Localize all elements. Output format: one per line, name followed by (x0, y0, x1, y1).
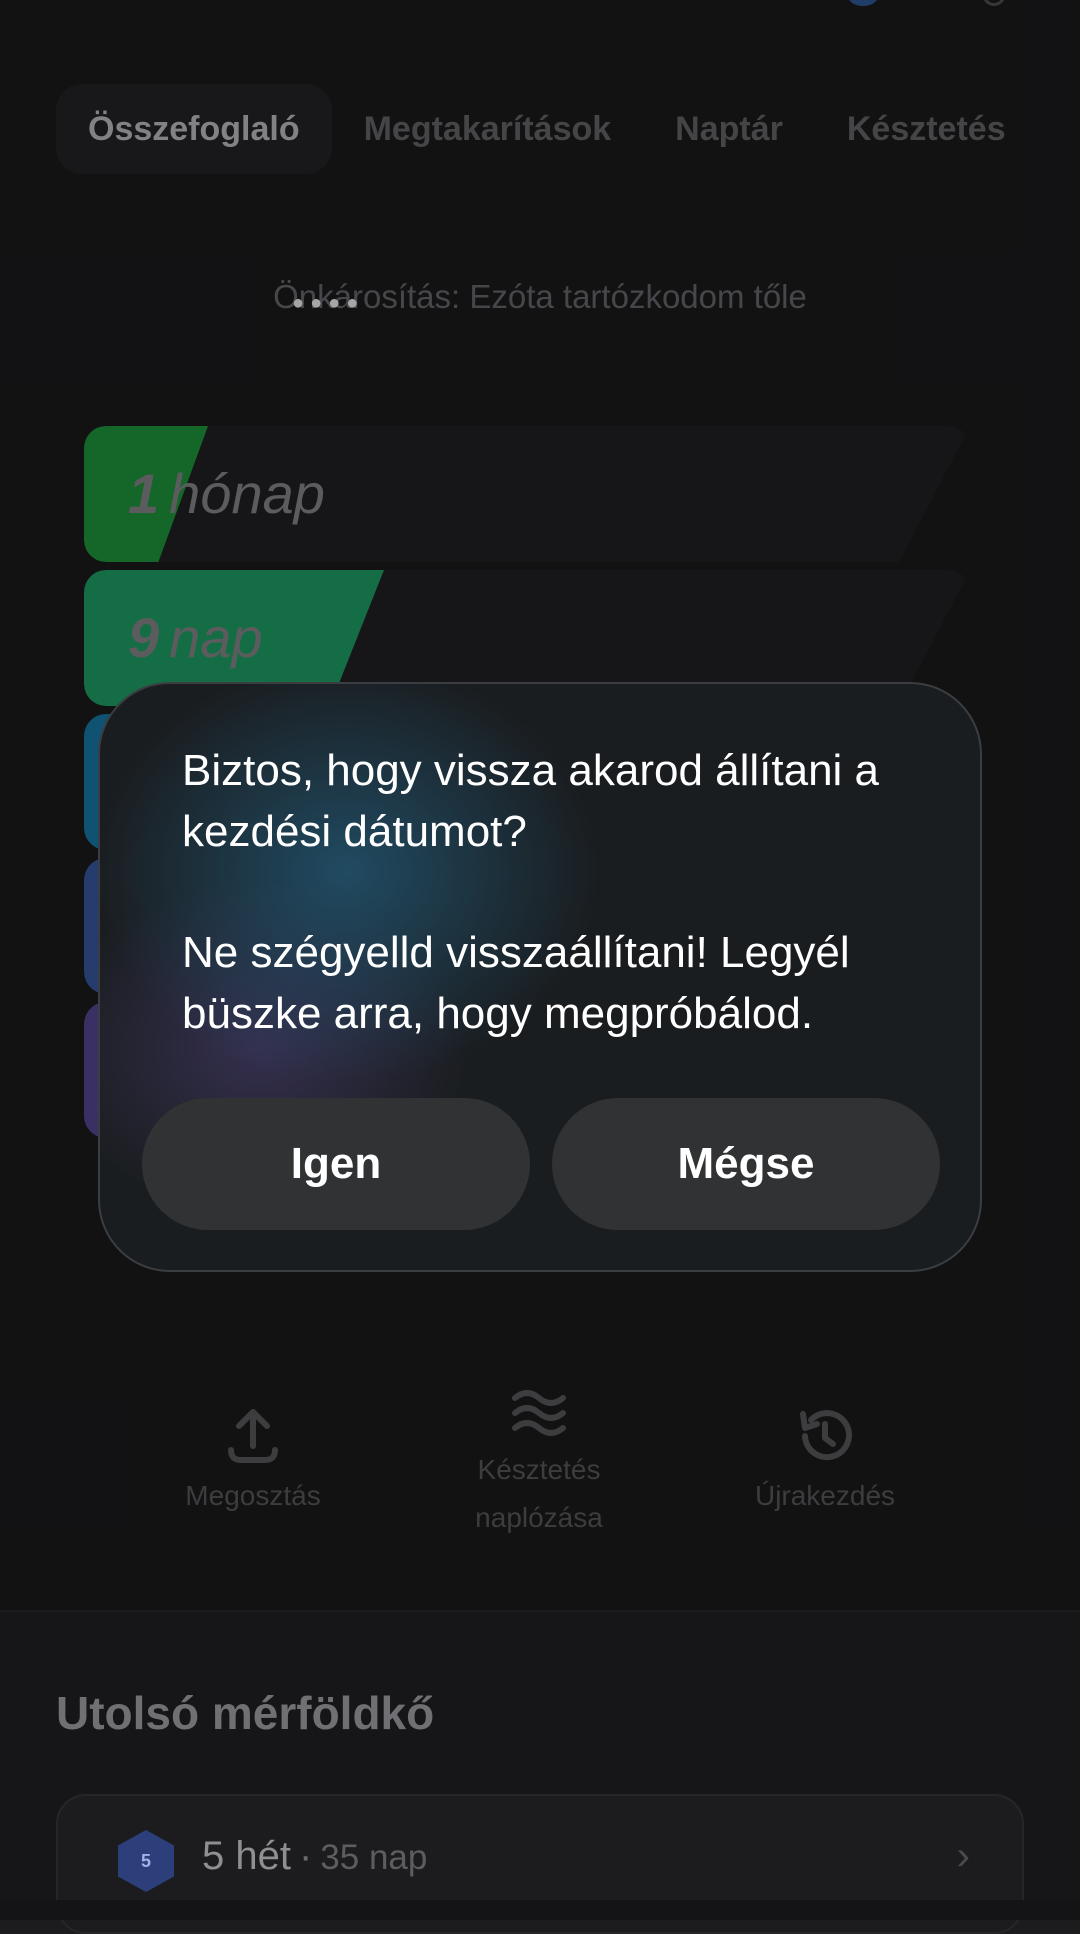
milestone-detail: 35 nap (320, 1838, 428, 1877)
dialog-message: Biztos, hogy vissza akarod állítani a ke… (182, 740, 922, 1104)
bottom-nav-edge (0, 1900, 1080, 1920)
milestone-name: 5 hét (202, 1834, 291, 1878)
milestone-text: 5 hét · 35 nap (202, 1834, 427, 1879)
milestone-section-title: Utolsó mérföldkő (56, 1687, 435, 1739)
chevron-right-icon: › (956, 1834, 970, 1878)
dialog-encouragement: Ne szégyelld visszaállítani! Legyél büsz… (182, 928, 850, 1038)
confirm-yes-button[interactable]: Igen (142, 1098, 530, 1230)
reset-confirm-dialog: Biztos, hogy vissza akarod állítani a ke… (98, 682, 982, 1272)
milestone-badge-icon: 5 (118, 1830, 174, 1892)
milestone-separator: · (298, 1834, 313, 1878)
cancel-button[interactable]: Mégse (552, 1098, 940, 1230)
dialog-question: Biztos, hogy vissza akarod állítani a ke… (182, 746, 880, 856)
